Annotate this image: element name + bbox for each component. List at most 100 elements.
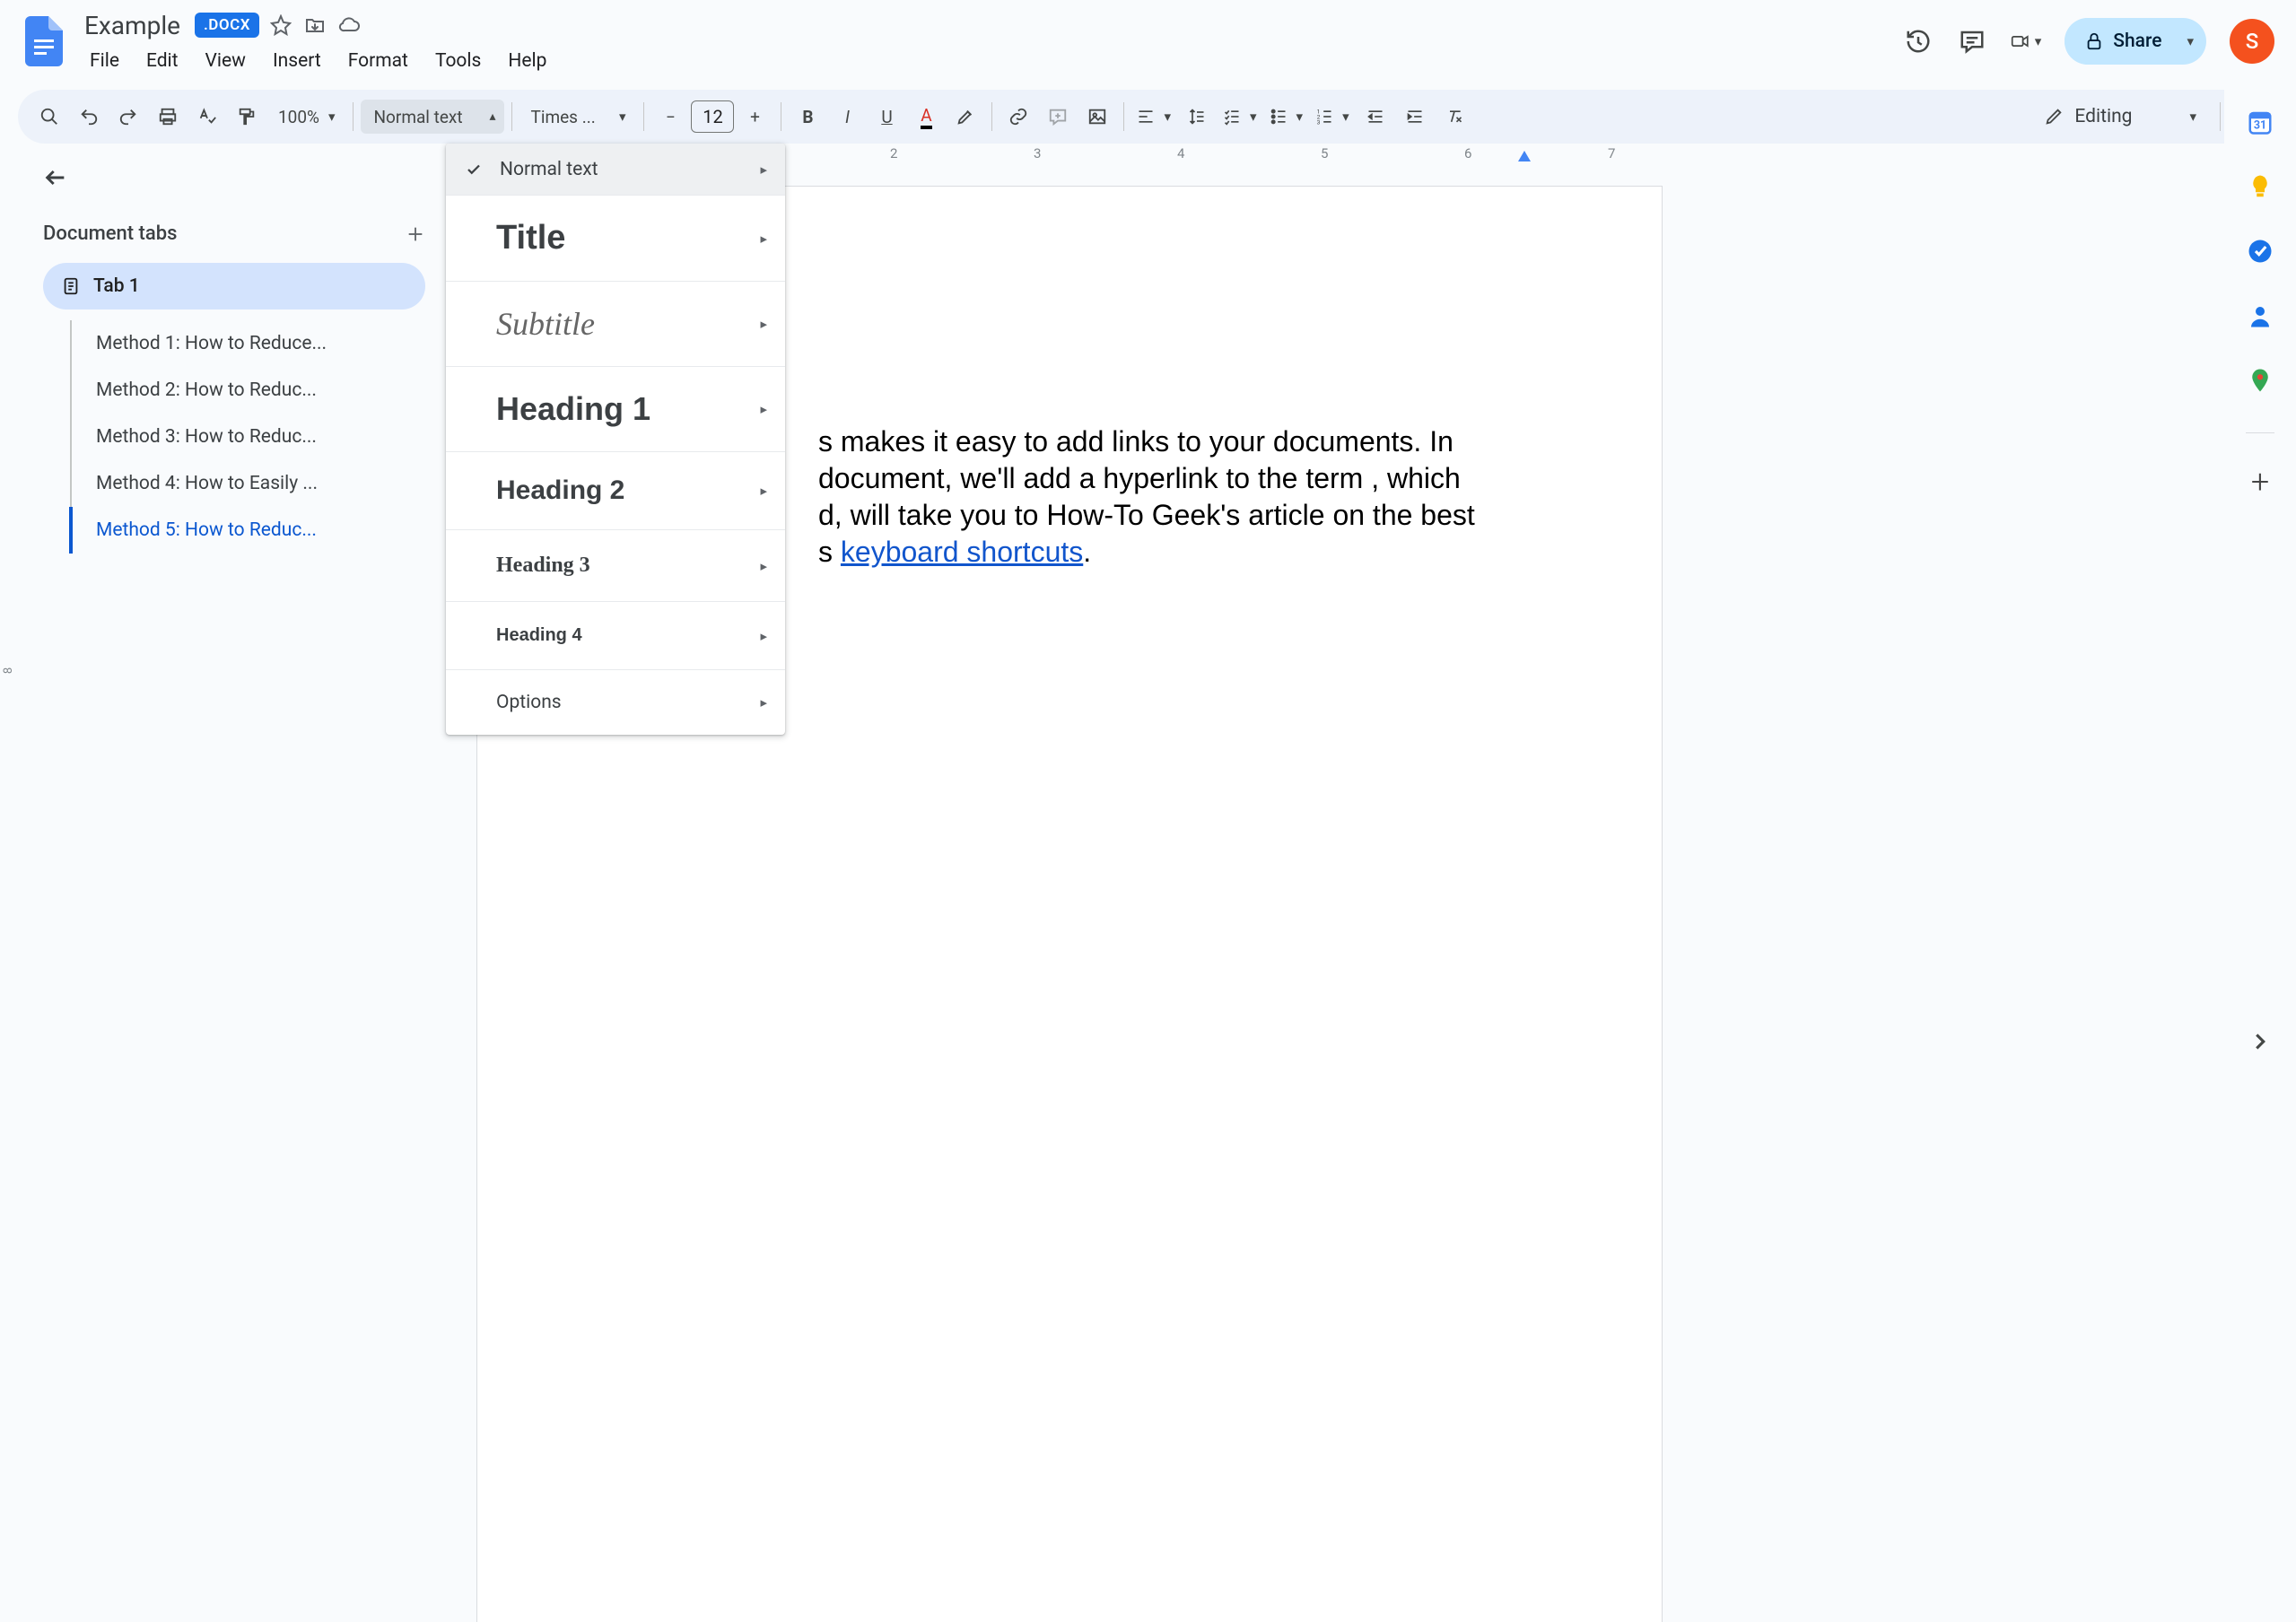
calendar-icon[interactable]: 31: [2244, 106, 2276, 138]
docs-logo[interactable]: [18, 9, 70, 74]
increase-font-button[interactable]: +: [736, 98, 773, 135]
undo-button[interactable]: [70, 98, 108, 135]
search-menus-button[interactable]: [31, 98, 68, 135]
comments-icon[interactable]: [1957, 26, 1987, 57]
bulleted-list-button[interactable]: ▾: [1264, 98, 1309, 135]
plus-icon: +: [2251, 463, 2269, 501]
editing-mode-label: Editing: [2074, 106, 2132, 127]
spellcheck-button[interactable]: [188, 98, 226, 135]
style-label: Options: [496, 692, 562, 713]
hyperlink[interactable]: keyboard shortcuts: [841, 536, 1083, 568]
cloud-status-icon[interactable]: [336, 13, 362, 38]
hide-side-panel-button[interactable]: [2244, 1025, 2276, 1058]
checklist-button[interactable]: ▾: [1218, 98, 1262, 135]
style-option-heading-2[interactable]: Heading 2 ▸: [446, 452, 785, 530]
paragraph-style-select[interactable]: Normal text▴: [361, 100, 504, 134]
chevron-down-icon: ▾: [2187, 33, 2194, 49]
outline-item[interactable]: Method 1: How to Reduce...: [69, 320, 425, 367]
style-option-normal[interactable]: Normal text ▸: [446, 144, 785, 196]
menu-view[interactable]: View: [195, 45, 257, 77]
paragraph-styles-popup: Normal text ▸ Title ▸ Subtitle ▸ Heading…: [446, 144, 785, 735]
style-option-heading-4[interactable]: Heading 4 ▸: [446, 602, 785, 670]
decrease-indent-button[interactable]: [1357, 98, 1394, 135]
sidebar-back-button[interactable]: [43, 160, 79, 196]
insert-image-button[interactable]: [1078, 98, 1116, 135]
align-button[interactable]: ▾: [1131, 98, 1176, 135]
style-option-heading-3[interactable]: Heading 3 ▸: [446, 530, 785, 602]
submenu-arrow-icon: ▸: [760, 694, 767, 711]
keep-icon[interactable]: [2244, 170, 2276, 203]
font-size-input[interactable]: 12: [691, 100, 734, 133]
menu-format[interactable]: Format: [337, 45, 419, 77]
menu-edit[interactable]: Edit: [135, 45, 189, 77]
get-addons-button[interactable]: +: [2244, 466, 2276, 498]
italic-button[interactable]: I: [828, 98, 866, 135]
ruler-number: 7: [1608, 145, 1615, 161]
document-title[interactable]: Example: [79, 9, 186, 42]
chevron-down-icon: ▾: [328, 109, 336, 125]
style-label: Title: [496, 219, 565, 257]
print-button[interactable]: [149, 98, 187, 135]
document-tab-label: Tab 1: [93, 275, 140, 297]
submenu-arrow-icon: ▸: [760, 558, 767, 574]
add-tab-button[interactable]: [406, 224, 425, 244]
document-tab[interactable]: Tab 1: [43, 263, 425, 310]
bold-button[interactable]: B: [789, 98, 826, 135]
style-option-subtitle[interactable]: Subtitle ▸: [446, 282, 785, 367]
outline-item[interactable]: Method 4: How to Easily ...: [69, 460, 425, 507]
chevron-down-icon: ▾: [1342, 109, 1349, 125]
outline-item[interactable]: Method 5: How to Reduc...: [69, 507, 425, 554]
sidebar-title: Document tabs: [43, 222, 177, 245]
maps-icon[interactable]: [2244, 364, 2276, 397]
decrease-font-button[interactable]: −: [651, 98, 689, 135]
titlebar: Example .DOCX File Edit View Insert Form…: [0, 0, 2296, 90]
insert-link-button[interactable]: [1000, 98, 1037, 135]
redo-button[interactable]: [109, 98, 147, 135]
meet-icon[interactable]: ▾: [2011, 26, 2041, 57]
chevron-down-icon: ▾: [2189, 109, 2196, 125]
outline-item[interactable]: Method 2: How to Reduc...: [69, 367, 425, 414]
add-comment-button[interactable]: [1039, 98, 1077, 135]
increase-indent-button[interactable]: [1396, 98, 1434, 135]
star-icon[interactable]: [268, 13, 293, 38]
menu-tools[interactable]: Tools: [424, 45, 492, 77]
share-button[interactable]: Share: [2065, 18, 2181, 65]
docx-badge: .DOCX: [195, 13, 259, 38]
style-option-heading-1[interactable]: Heading 1 ▸: [446, 367, 785, 452]
line-spacing-button[interactable]: [1178, 98, 1216, 135]
editing-mode-button[interactable]: Editing ▾: [2028, 98, 2213, 135]
tasks-icon[interactable]: [2244, 235, 2276, 267]
menu-file[interactable]: File: [79, 45, 130, 77]
outline-item[interactable]: Method 3: How to Reduc...: [69, 414, 425, 460]
side-panel-divider: [2246, 432, 2274, 433]
move-icon[interactable]: [302, 13, 327, 38]
toolbar: 100% ▾ Normal text▴ Times ...▾ − 12 + B I…: [18, 90, 2278, 144]
font-select[interactable]: Times ...▾: [519, 98, 636, 135]
text-color-button[interactable]: A: [907, 98, 945, 135]
left-sidebar: Document tabs Tab 1 Method 1: How to Red…: [23, 144, 445, 1079]
numbered-list-button[interactable]: 123▾: [1310, 98, 1355, 135]
style-option-title[interactable]: Title ▸: [446, 196, 785, 282]
submenu-arrow-icon: ▸: [760, 161, 767, 178]
contacts-icon[interactable]: [2244, 300, 2276, 332]
clear-formatting-button[interactable]: [1436, 98, 1473, 135]
menu-insert[interactable]: Insert: [262, 45, 332, 77]
paint-format-button[interactable]: [228, 98, 266, 135]
separator: [643, 102, 644, 131]
menu-help[interactable]: Help: [497, 45, 557, 77]
page-body-text[interactable]: s makes it easy to add links to your doc…: [818, 423, 1626, 571]
ruler-number: 5: [1321, 145, 1328, 161]
highlight-button[interactable]: [947, 98, 984, 135]
account-avatar[interactable]: S: [2230, 19, 2274, 64]
vertical-ruler: 8: [0, 144, 23, 1079]
submenu-arrow-icon: ▸: [760, 483, 767, 499]
zoom-value: 100%: [278, 107, 319, 127]
separator: [2220, 102, 2221, 131]
right-indent-marker[interactable]: [1518, 151, 1531, 161]
share-dropdown[interactable]: ▾: [2181, 21, 2206, 62]
chevron-down-icon: ▾: [1250, 109, 1257, 125]
style-option-options[interactable]: Options ▸: [446, 670, 785, 735]
zoom-select[interactable]: 100% ▾: [267, 98, 345, 135]
history-icon[interactable]: [1903, 26, 1934, 57]
underline-button[interactable]: U: [868, 98, 905, 135]
